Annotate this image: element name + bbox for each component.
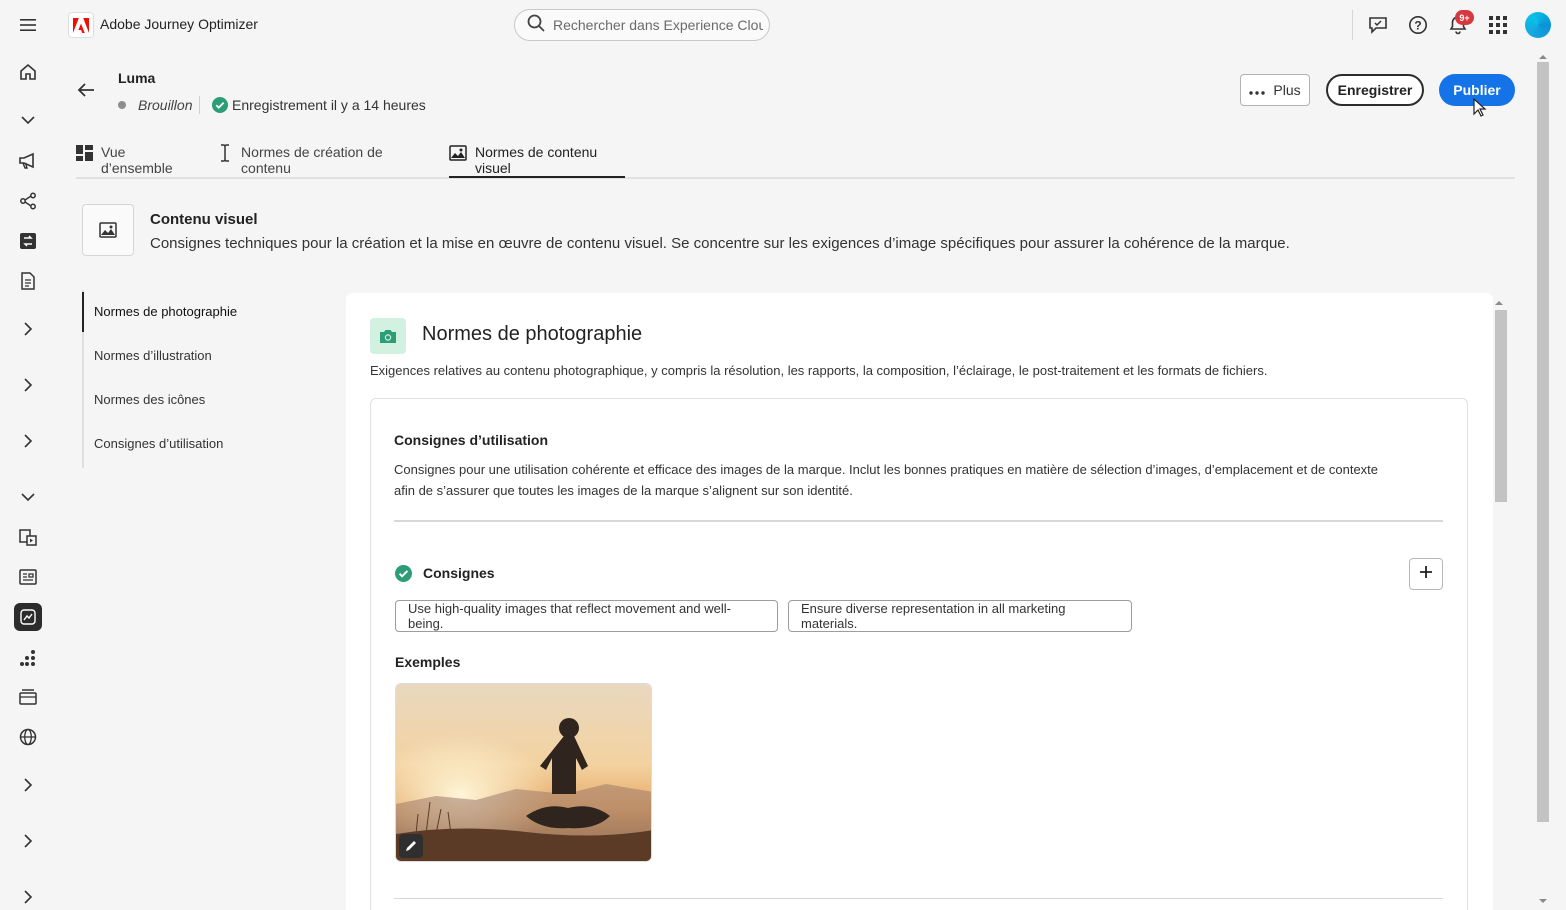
page-scroll-down-arrow-icon[interactable] — [1537, 894, 1549, 906]
page-title: Luma — [118, 70, 156, 86]
avatar[interactable] — [1525, 12, 1551, 38]
subnav-item-illustration[interactable]: Normes d’illustration — [94, 348, 212, 363]
tab-label: Normes de contenu visuel — [475, 144, 598, 176]
save-status: Enregistrement il y a 14 heures — [232, 97, 426, 113]
page-scroll-up-arrow-icon[interactable] — [1537, 50, 1549, 62]
journeys-icon[interactable] — [14, 187, 42, 215]
guideline-chip[interactable]: Use high-quality images that reflect mov… — [395, 600, 778, 632]
plus-icon — [1419, 565, 1433, 584]
divider — [199, 96, 200, 114]
apps-grid-icon[interactable] — [1484, 11, 1512, 39]
chevron-right-icon[interactable] — [14, 827, 42, 855]
chevron-down-icon[interactable] — [14, 483, 42, 511]
svg-text:?: ? — [1414, 19, 1421, 33]
status-badge: Brouillon — [138, 97, 193, 113]
globe-icon[interactable] — [14, 723, 42, 751]
templates-icon[interactable] — [14, 523, 42, 551]
tab-label: Normes de création de contenu — [241, 144, 383, 176]
active-indicator — [82, 292, 84, 332]
check-circle-icon — [212, 97, 228, 113]
mouse-cursor-icon — [1473, 97, 1487, 118]
section-title: Contenu visuel — [150, 211, 258, 228]
edit-icon[interactable] — [399, 834, 423, 858]
brand-guidelines-icon[interactable] — [14, 603, 42, 631]
chevron-right-icon[interactable] — [14, 371, 42, 399]
chevron-right-icon[interactable] — [14, 427, 42, 455]
tab-overview[interactable]: Vue d’ensemble — [76, 144, 194, 178]
guidelines-title: Consignes — [423, 565, 495, 581]
image-icon — [449, 144, 467, 162]
components-icon[interactable] — [14, 644, 42, 672]
tab-label: Vue d’ensemble — [101, 144, 173, 176]
camera-icon — [370, 318, 406, 354]
chevron-right-icon[interactable] — [14, 771, 42, 799]
search-box[interactable] — [514, 9, 770, 41]
more-dots-icon — [1249, 82, 1266, 98]
check-circle-icon — [395, 565, 412, 582]
text-cursor-icon — [216, 144, 233, 162]
examples-title: Exemples — [395, 654, 461, 670]
add-guideline-button[interactable] — [1409, 558, 1443, 590]
status-dot — [118, 101, 126, 109]
fragments-icon[interactable] — [14, 563, 42, 591]
page-scrollbar[interactable] — [1537, 62, 1549, 822]
divider — [394, 520, 1443, 522]
subnav-item-photography[interactable]: Normes de photographie — [94, 304, 237, 319]
channels-icon[interactable] — [14, 683, 42, 711]
chevron-right-icon[interactable] — [14, 883, 42, 910]
more-label: Plus — [1273, 82, 1301, 98]
notification-badge: 9+ — [1455, 10, 1474, 25]
search-icon — [527, 14, 545, 37]
divider — [1352, 10, 1353, 40]
adobe-logo-icon[interactable] — [68, 12, 94, 38]
image-icon — [82, 204, 134, 256]
usage-title: Consignes d’utilisation — [394, 432, 549, 448]
menu-icon[interactable] — [14, 12, 42, 38]
save-button[interactable]: Enregistrer — [1326, 74, 1424, 106]
tab-content-creation[interactable]: Normes de création de contenu — [216, 144, 426, 178]
experiments-icon[interactable] — [14, 227, 42, 255]
more-button[interactable]: Plus — [1240, 74, 1310, 106]
card-description: Exigences relatives au contenu photograp… — [370, 363, 1268, 378]
help-icon[interactable]: ? — [1404, 11, 1432, 39]
subnav-item-usage[interactable]: Consignes d’utilisation — [94, 436, 223, 451]
chevron-right-icon[interactable] — [14, 315, 42, 343]
campaigns-icon[interactable] — [14, 147, 42, 175]
guideline-chip[interactable]: Ensure diverse representation in all mar… — [788, 600, 1132, 632]
chevron-down-icon[interactable] — [14, 106, 42, 134]
example-image[interactable] — [395, 683, 652, 862]
subnav-item-icons[interactable]: Normes des icônes — [94, 392, 205, 407]
divider — [394, 898, 1443, 899]
feedback-icon[interactable] — [1364, 11, 1392, 39]
search-input[interactable] — [553, 17, 763, 33]
tab-visual-content[interactable]: Normes de contenu visuel — [449, 144, 625, 178]
app-title[interactable]: Adobe Journey Optimizer — [100, 16, 258, 32]
inner-scrollbar[interactable] — [1495, 310, 1507, 502]
content-icon[interactable] — [14, 267, 42, 295]
back-arrow-icon[interactable] — [74, 78, 98, 102]
section-description: Consignes techniques pour la création et… — [150, 235, 1290, 252]
usage-description: Consignes pour une utilisation cohérente… — [394, 462, 1379, 498]
dashboard-icon — [76, 144, 93, 162]
home-icon[interactable] — [14, 58, 42, 86]
scroll-up-arrow-icon[interactable] — [1493, 296, 1505, 308]
card-title: Normes de photographie — [422, 323, 643, 345]
